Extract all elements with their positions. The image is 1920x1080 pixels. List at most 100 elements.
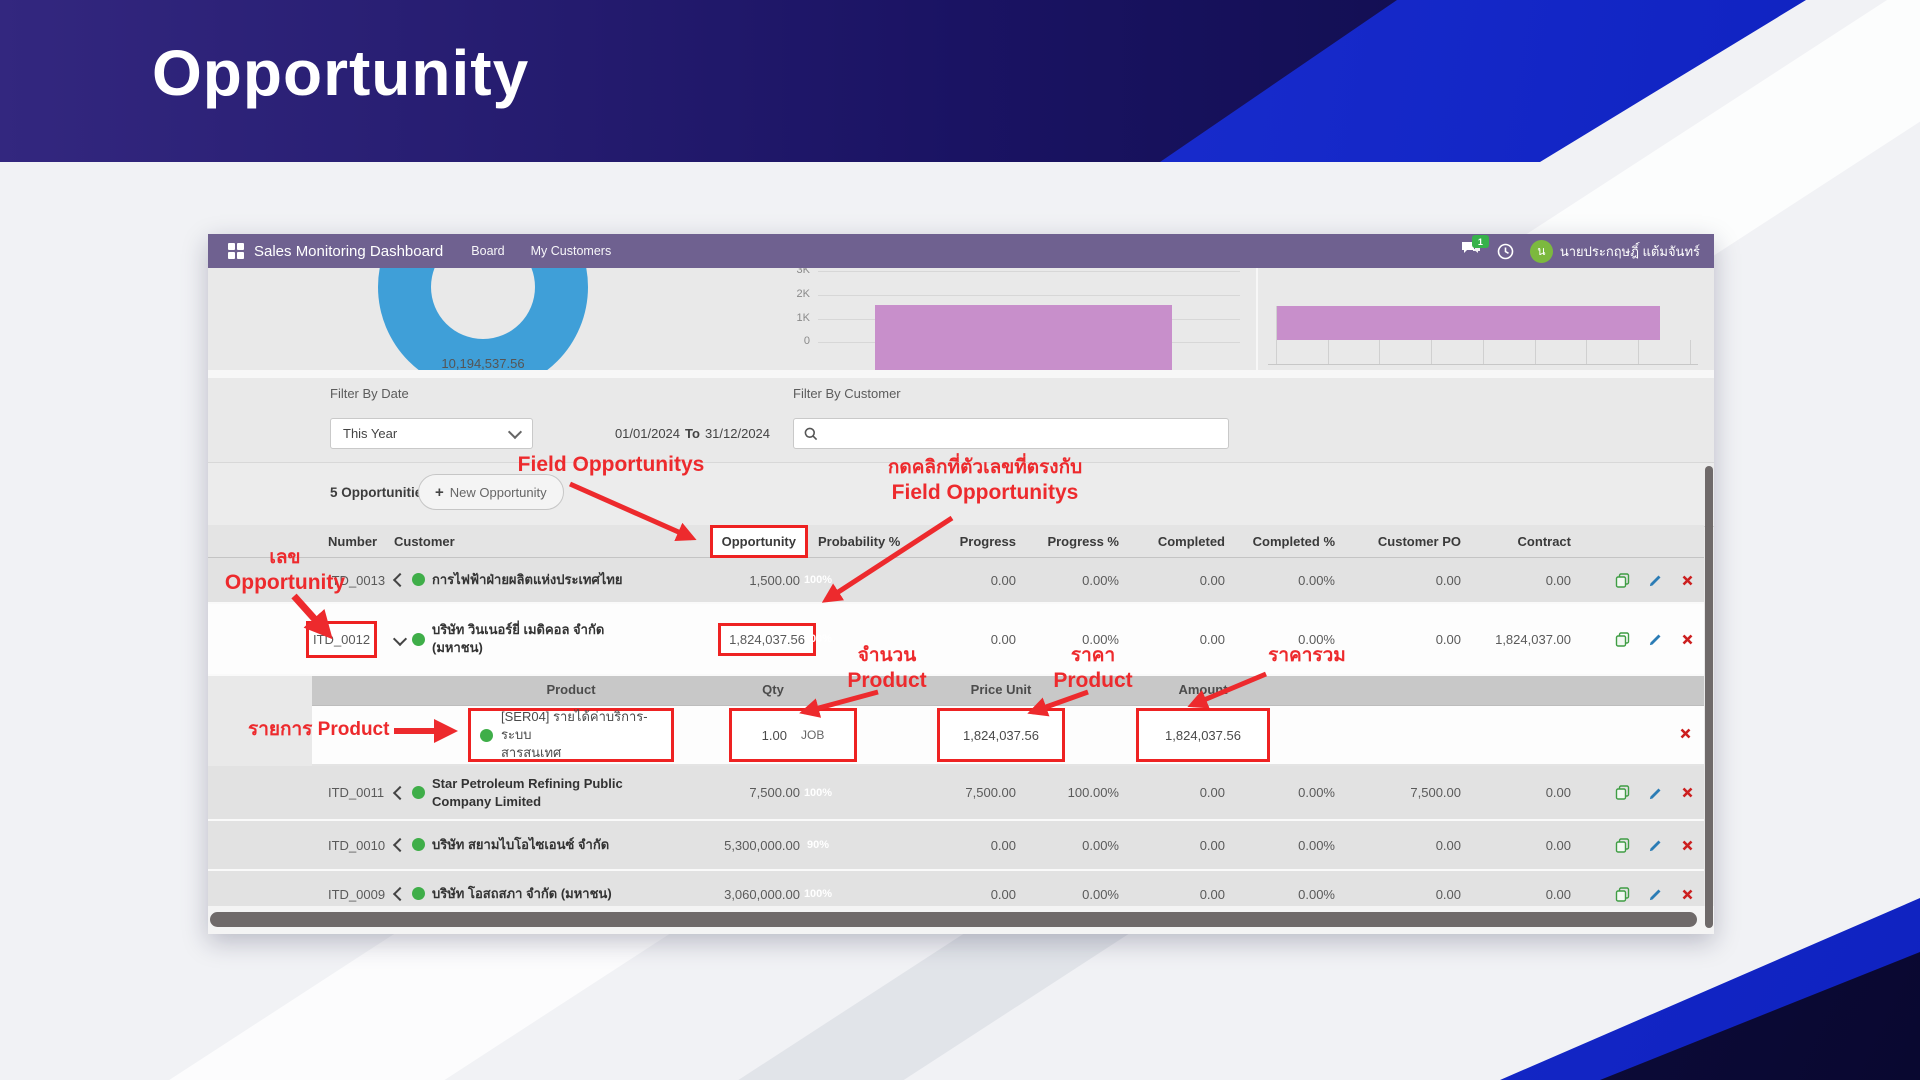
edit-pencil-icon[interactable] bbox=[1649, 632, 1663, 646]
horizontal-scrollbar[interactable] bbox=[210, 912, 1697, 927]
col-probability[interactable]: Probability % bbox=[804, 534, 920, 549]
annotation-field-opportunitys: Field Opportunitys bbox=[506, 452, 716, 478]
table-row[interactable]: ITD_0013 การไฟฟ้าฝ่ายผลิตแห่งประเทศไทย 1… bbox=[208, 558, 1704, 604]
nav-my-customers[interactable]: My Customers bbox=[531, 244, 612, 258]
annotation-box-opportunity-header: Opportunity bbox=[710, 525, 808, 558]
table-header-row: Number Customer Opportunity Probability … bbox=[208, 525, 1704, 558]
filters-section: Filter By Date Filter By Customer This Y… bbox=[208, 378, 1714, 462]
user-menu[interactable]: น นายประกฤษฎิ์ แต้มจันทร์ bbox=[1530, 240, 1700, 263]
product-subtable-header: Product Qty Price Unit Amount bbox=[312, 676, 1704, 706]
delete-x-icon[interactable] bbox=[1682, 889, 1693, 900]
completed-value: 0.00 bbox=[1123, 573, 1229, 588]
annotation-price: ราคาProduct bbox=[1038, 644, 1148, 694]
apps-grid-icon[interactable] bbox=[228, 243, 244, 259]
nav-board[interactable]: Board bbox=[471, 244, 504, 258]
customer-name: บริษัท สยามไบโอไซเอนซ์ จำกัด bbox=[432, 836, 609, 854]
delete-x-icon[interactable] bbox=[1682, 634, 1693, 645]
col-contract[interactable]: Contract bbox=[1465, 534, 1575, 549]
contract-value: 1,824,037.00 bbox=[1465, 632, 1575, 647]
col-progress-pct[interactable]: Progress % bbox=[1020, 534, 1123, 549]
table-row[interactable]: ITD_0010 บริษัท สยามไบโอไซเอนซ์ จำกัด 5,… bbox=[208, 821, 1704, 871]
y-tick: 0 bbox=[782, 335, 810, 347]
customer-name: บริษัท วินเนอร์ยี่ เมดิคอล จำกัด(มหาชน) bbox=[432, 621, 604, 656]
delete-x-icon[interactable] bbox=[1682, 787, 1693, 798]
progress-pct-value: 100.00% bbox=[1020, 785, 1123, 800]
contract-value: 0.00 bbox=[1465, 838, 1575, 853]
horizontal-bar bbox=[1276, 306, 1660, 340]
progress-value: 0.00 bbox=[920, 838, 1020, 853]
col-completed-pct[interactable]: Completed % bbox=[1229, 534, 1339, 549]
duplicate-icon[interactable] bbox=[1615, 573, 1630, 588]
annotation-box-amount: 1,824,037.56 bbox=[1136, 708, 1270, 762]
filter-date-label: Filter By Date bbox=[330, 386, 409, 401]
completed-pct-value: 0.00% bbox=[1229, 785, 1339, 800]
opportunity-value[interactable]: 1,500.00 bbox=[658, 573, 804, 588]
row-number: ITD_0010 bbox=[208, 838, 394, 853]
customer-search-input[interactable] bbox=[826, 425, 1218, 442]
edit-pencil-icon[interactable] bbox=[1649, 838, 1663, 852]
customer-po-value: 7,500.00 bbox=[1339, 785, 1465, 800]
subcol-qty: Qty bbox=[713, 682, 833, 697]
edit-pencil-icon[interactable] bbox=[1649, 786, 1663, 800]
duplicate-icon[interactable] bbox=[1615, 838, 1630, 853]
delete-x-icon[interactable] bbox=[1682, 575, 1693, 586]
annotation-qty: จำนวนProduct bbox=[832, 644, 942, 694]
annotation-box-qty: 1.00 JOB bbox=[729, 708, 857, 762]
opportunity-value[interactable]: 7,500.00 bbox=[658, 785, 804, 800]
expand-chevron-icon[interactable] bbox=[393, 838, 407, 852]
y-tick: 3K bbox=[782, 268, 810, 276]
user-name: นายประกฤษฎิ์ แต้มจันทร์ bbox=[1560, 241, 1700, 262]
delete-x-icon[interactable] bbox=[1682, 840, 1693, 851]
bar-apr bbox=[875, 305, 1172, 370]
activity-clock-icon[interactable] bbox=[1497, 243, 1514, 260]
col-completed[interactable]: Completed bbox=[1123, 534, 1229, 549]
opportunity-table: Number Customer Opportunity Probability … bbox=[208, 525, 1704, 917]
col-customer[interactable]: Customer bbox=[394, 534, 658, 549]
price-unit-value[interactable]: 1,824,037.56 bbox=[963, 728, 1039, 743]
new-opportunity-button[interactable]: + New Opportunity bbox=[418, 474, 564, 510]
status-dot-icon bbox=[412, 838, 425, 851]
opportunity-value[interactable]: 5,300,000.00 bbox=[658, 838, 804, 853]
col-customer-po[interactable]: Customer PO bbox=[1339, 534, 1465, 549]
expand-chevron-icon[interactable] bbox=[393, 573, 407, 587]
status-dot-icon bbox=[412, 573, 425, 586]
expand-chevron-icon[interactable] bbox=[393, 785, 407, 799]
expand-chevron-icon[interactable] bbox=[393, 887, 407, 901]
annotation-number-opportunity: เลขOpportunity bbox=[200, 546, 370, 596]
duplicate-icon[interactable] bbox=[1615, 887, 1630, 902]
completed-pct-value: 0.00% bbox=[1229, 887, 1339, 902]
completed-pct-value: 0.00% bbox=[1229, 573, 1339, 588]
completed-value: 0.00 bbox=[1123, 838, 1229, 853]
duplicate-icon[interactable] bbox=[1615, 785, 1630, 800]
table-row[interactable]: ITD_0011 Star Petroleum Refining PublicC… bbox=[208, 766, 1704, 821]
status-dot-icon bbox=[412, 786, 425, 799]
annotation-box-number: ITD_0012 bbox=[306, 621, 377, 658]
duplicate-icon[interactable] bbox=[1615, 632, 1630, 647]
amount-value[interactable]: 1,824,037.56 bbox=[1165, 728, 1241, 743]
col-progress[interactable]: Progress bbox=[920, 534, 1020, 549]
qty-value[interactable]: 1.00 bbox=[762, 728, 787, 743]
filter-customer-label: Filter By Customer bbox=[793, 386, 901, 401]
annotation-box-opportunity-value[interactable]: 1,824,037.56 bbox=[718, 623, 816, 656]
edit-pencil-icon[interactable] bbox=[1649, 887, 1663, 901]
plus-icon: + bbox=[435, 484, 444, 501]
delete-x-icon[interactable] bbox=[1680, 728, 1691, 739]
progress-value: 0.00 bbox=[920, 573, 1020, 588]
chat-button[interactable]: 1 bbox=[1461, 241, 1481, 261]
collapse-chevron-icon[interactable] bbox=[393, 632, 407, 646]
col-opportunity[interactable]: Opportunity bbox=[658, 525, 804, 558]
opportunity-value[interactable]: 3,060,000.00 bbox=[658, 887, 804, 902]
edit-pencil-icon[interactable] bbox=[1649, 573, 1663, 587]
completed-pct-value: 0.00% bbox=[1229, 838, 1339, 853]
status-dot-icon bbox=[412, 633, 425, 646]
annotation-box-price-unit: 1,824,037.56 bbox=[937, 708, 1065, 762]
table-row-selected[interactable]: ITD_0012 บริษัท วินเนอร์ยี่ เมดิคอล จำกั… bbox=[208, 604, 1704, 676]
date-range-select[interactable]: This Year bbox=[330, 418, 533, 449]
product-row[interactable]: [SER04] รายได้ค่าบริการ-ระบบสารสนเทศ 1.0… bbox=[312, 706, 1704, 766]
charts-strip: 10,194,537.56 3K 2K 1K 0 Apr 0 1K bbox=[208, 268, 1714, 370]
annotation-click-number: กดคลิกที่ตัวเลขที่ตรงกับField Opportunit… bbox=[860, 456, 1110, 506]
progress-pct-value: 0.00% bbox=[1020, 838, 1123, 853]
uom-value: JOB bbox=[801, 728, 824, 742]
vertical-scrollbar[interactable] bbox=[1705, 466, 1713, 928]
customer-search[interactable] bbox=[793, 418, 1229, 449]
